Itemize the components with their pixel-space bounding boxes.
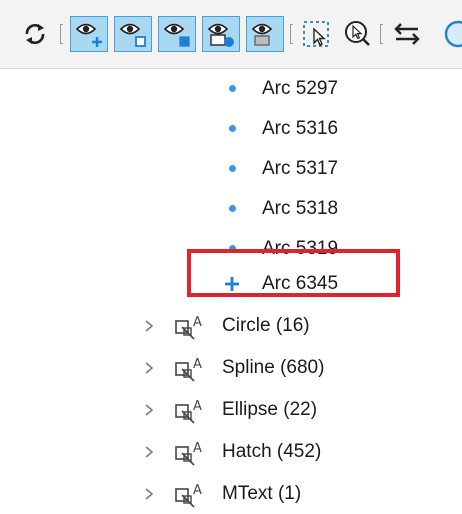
tree-group-spline[interactable]: A Spline (680) (0, 348, 462, 388)
chevron-right-icon[interactable] (142, 319, 156, 333)
highlight-box (187, 249, 400, 297)
tree-group-circle[interactable]: A Circle (16) (0, 306, 462, 346)
tree-item-arc[interactable]: Arc 5297 (0, 69, 462, 109)
arc-dot-icon (229, 205, 236, 212)
circle-partial-icon (444, 20, 462, 48)
entity-group-icon: A (175, 441, 202, 466)
tree-group-mtext[interactable]: A MText (1) (0, 474, 462, 514)
zoom-cursor-icon (345, 21, 370, 46)
svg-text:A: A (193, 399, 202, 414)
eye-square-icon (119, 23, 146, 47)
svg-text:A: A (193, 441, 202, 456)
show-target-button[interactable] (202, 16, 240, 52)
refresh-icon (25, 23, 45, 45)
entity-group-icon: A (175, 483, 202, 508)
entity-group-icon: A (175, 357, 202, 382)
tree-group-label: MText (1) (222, 483, 302, 504)
eye-filled-square-icon (163, 23, 190, 47)
entity-group-icon: A (175, 315, 202, 340)
tree-group-label: Hatch (452) (222, 441, 322, 462)
eye-target-icon (207, 23, 234, 47)
swap-button[interactable] (388, 16, 426, 52)
tree-item-label: Arc 5317 (262, 158, 339, 179)
select-cursor-icon (303, 21, 329, 47)
tree-item-arc[interactable]: Arc 5317 (0, 149, 462, 189)
eye-plus-icon (75, 23, 102, 47)
zoom-select-button[interactable] (338, 16, 376, 52)
arc-dot-icon (229, 125, 236, 132)
tree-group-ellipse[interactable]: A Ellipse (22) (0, 390, 462, 430)
entity-group-icon: A (175, 399, 202, 424)
tree-group-label: Ellipse (22) (222, 399, 318, 420)
tree-item-arc[interactable]: Arc 5316 (0, 109, 462, 149)
tree-item-label: Arc 5318 (262, 198, 339, 219)
tree-group-label: Circle (16) (222, 315, 310, 336)
show-gray-button[interactable] (246, 16, 284, 52)
toolbar-separator (60, 24, 63, 44)
arc-dot-icon (229, 85, 236, 92)
toolbar-separator (290, 24, 293, 44)
chevron-right-icon[interactable] (142, 445, 156, 459)
show-filled-button[interactable] (158, 16, 196, 52)
chevron-right-icon[interactable] (142, 361, 156, 375)
tree-item-label: Arc 5297 (262, 78, 339, 99)
select-button[interactable] (298, 16, 336, 52)
eye-gray-icon (251, 23, 273, 46)
svg-text:A: A (193, 357, 202, 372)
refresh-button[interactable] (16, 16, 54, 52)
toolbar (0, 0, 462, 69)
svg-text:A: A (193, 483, 202, 498)
circle-button[interactable] (432, 16, 462, 52)
tree-item-label: Arc 5316 (262, 118, 339, 139)
tree-item-arc[interactable]: Arc 5318 (0, 189, 462, 229)
swap-arrows-icon (394, 23, 420, 45)
show-square-button[interactable] (114, 16, 152, 52)
tree-group-hatch[interactable]: A Hatch (452) (0, 432, 462, 472)
show-add-button[interactable] (70, 16, 108, 52)
tree-group-label: Spline (680) (222, 357, 325, 378)
toolbar-separator (380, 24, 383, 44)
arc-dot-icon (229, 165, 236, 172)
chevron-right-icon[interactable] (142, 403, 156, 417)
svg-text:A: A (193, 315, 202, 330)
chevron-right-icon[interactable] (142, 487, 156, 501)
